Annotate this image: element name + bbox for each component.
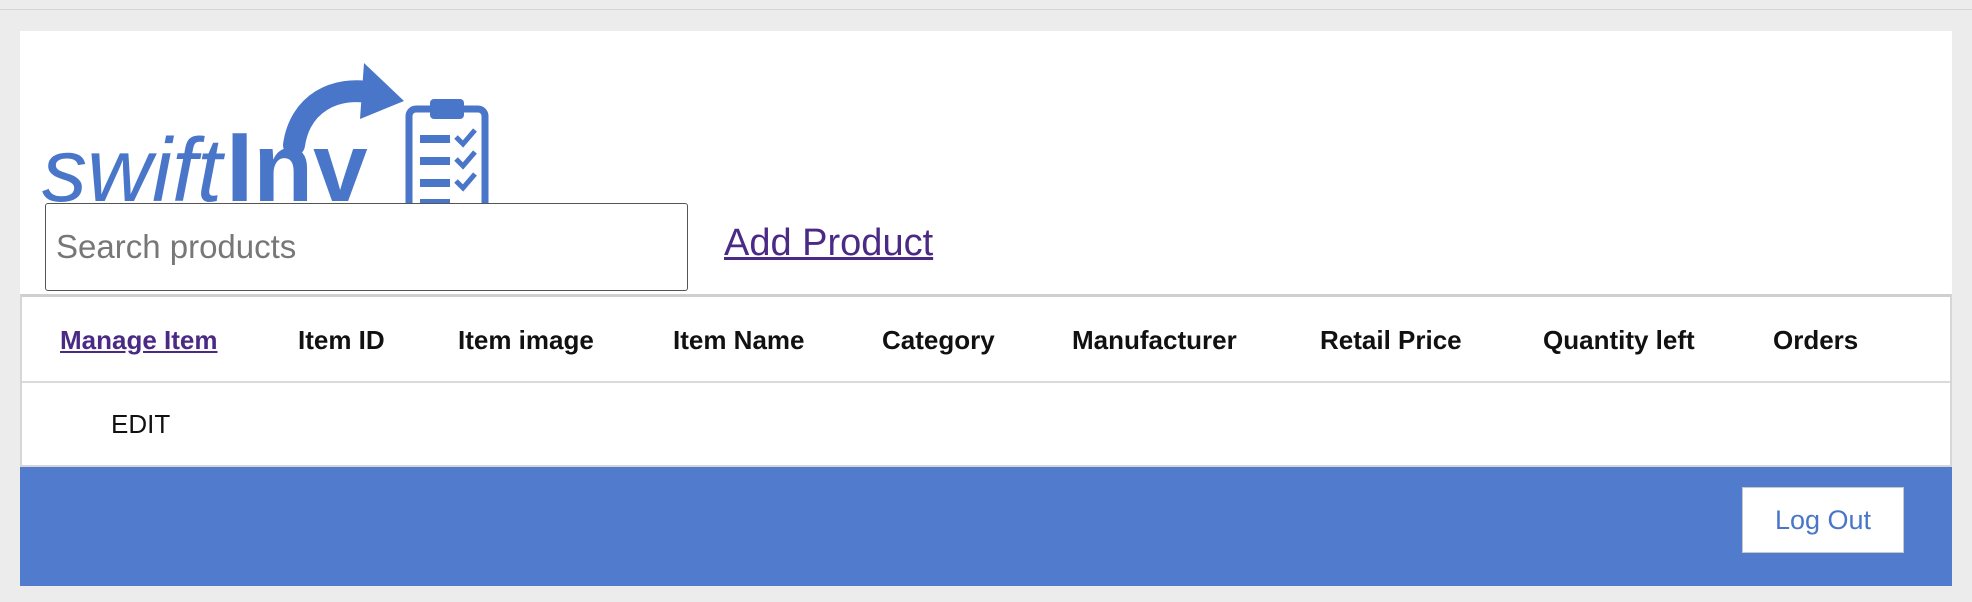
col-quantity-left: Quantity left [1543,325,1695,355]
logout-button[interactable]: Log Out [1742,487,1904,553]
swiftinv-logo: swift Inv [42,63,489,222]
table-row: EDIT [22,383,1950,467]
products-table: Manage Item Item ID Item image Item Name… [20,294,1952,467]
col-category: Category [882,325,995,355]
col-item-image: Item image [458,325,594,355]
table-header-row: Manage Item Item ID Item image Item Name… [22,297,1950,383]
app-container: swift Inv Add Product Manage Item Item I… [20,31,1952,586]
col-orders: Orders [1773,325,1859,355]
edit-button[interactable]: EDIT [111,409,170,440]
col-item-id: Item ID [298,325,385,355]
top-divider [0,9,1972,10]
col-retail-price: Retail Price [1320,325,1462,355]
col-manufacturer: Manufacturer [1072,325,1237,355]
add-product-link[interactable]: Add Product [724,222,933,265]
col-item-name: Item Name [673,325,805,355]
footer-bar: Log Out [20,467,1952,586]
search-input[interactable] [45,203,688,291]
col-manage-item[interactable]: Manage Item [60,325,218,356]
